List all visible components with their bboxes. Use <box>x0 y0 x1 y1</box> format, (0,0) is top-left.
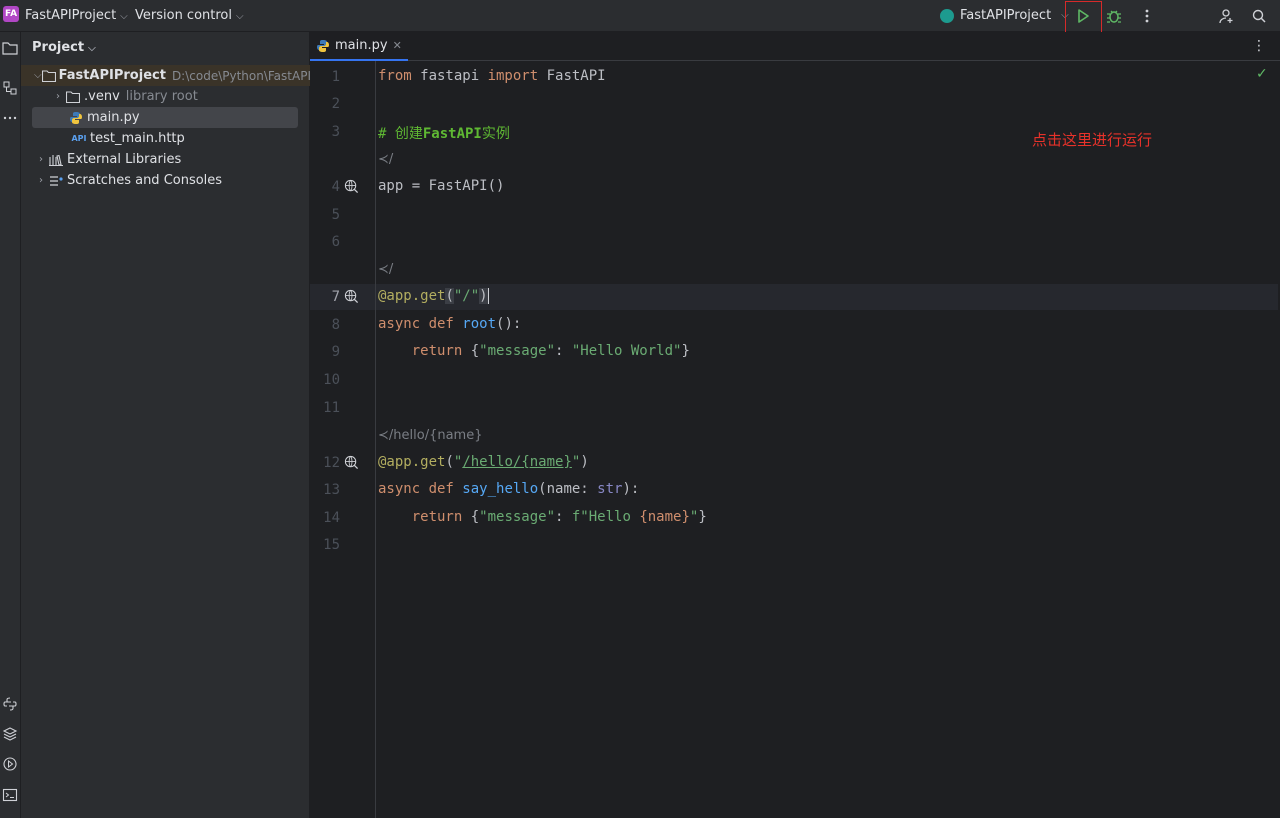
debug-button[interactable] <box>1104 6 1124 26</box>
line-number: 10 <box>323 372 340 388</box>
no-problems-check-icon[interactable]: ✓ <box>1256 66 1268 82</box>
fastapi-icon <box>940 8 954 23</box>
tool-window-strip <box>0 32 21 818</box>
more-vertical-icon <box>1145 9 1149 23</box>
run-config-selector[interactable]: FastAPIProject ⌵ <box>940 8 1069 23</box>
python-packages-icon[interactable] <box>2 696 18 712</box>
tree-item-venv[interactable]: › .venv library root <box>21 86 310 107</box>
annotation-text: 点击这里进行运行 <box>1032 131 1153 149</box>
endpoint-globe-icon[interactable] <box>344 455 359 470</box>
line-number: 11 <box>323 400 340 416</box>
code-line-9: return {"message": "Hello World"} <box>378 343 690 359</box>
endpoint-globe-icon[interactable] <box>344 179 359 194</box>
chevron-down-icon: ⌵ <box>120 11 128 22</box>
line-number: 14 <box>323 510 340 526</box>
tree-item-path: D:\code\Python\FastAPIP <box>171 68 310 83</box>
tree-item-project-root[interactable]: ⌵ FastAPIProject D:\code\Python\FastAPIP <box>21 65 310 86</box>
code-line-3: # 创建FastAPI实例 <box>378 126 510 142</box>
folder-icon <box>65 90 81 104</box>
chevron-down-icon: ⌵ <box>236 11 244 22</box>
line-number: 2 <box>331 96 340 112</box>
python-file-icon <box>68 111 84 125</box>
line-number: 7 <box>331 289 340 305</box>
tree-item-external-libraries[interactable]: › External Libraries <box>21 149 310 170</box>
services-icon[interactable] <box>2 756 18 772</box>
tree-item-label: .venv <box>84 89 120 104</box>
close-icon[interactable]: ✕ <box>393 39 402 52</box>
project-tool-window: Project ⌵ ⌵ FastAPIProject D:\code\Python… <box>21 32 310 818</box>
project-switcher[interactable]: FastAPIProject ⌵ <box>25 8 128 23</box>
editor-more-icon[interactable]: ⋮ <box>1252 38 1266 54</box>
code-line-13: async def say_hello(name: str): <box>378 481 640 497</box>
share-icon: ≺ <box>378 262 389 277</box>
line-number: 4 <box>331 179 340 195</box>
vcs-label: Version control <box>135 8 232 23</box>
bug-icon <box>1107 10 1121 23</box>
share-icon: ≺ <box>378 428 389 443</box>
line-number: 12 <box>323 455 340 471</box>
tree-item-hint: library root <box>125 89 198 104</box>
tree-item-label: test_main.http <box>90 131 185 146</box>
structure-icon[interactable] <box>2 80 18 96</box>
api-file-icon: API <box>71 134 87 143</box>
tree-item-label: main.py <box>87 110 140 125</box>
line-number: 5 <box>331 207 340 223</box>
more-horizontal-icon[interactable] <box>2 110 18 126</box>
folder-icon[interactable] <box>2 40 18 56</box>
add-user-button[interactable] <box>1217 6 1237 26</box>
code-line-12: @app.get("/hello/{name}") <box>378 454 589 470</box>
code-line-1: from fastapi import FastAPI <box>378 68 606 84</box>
run-config-label: FastAPIProject <box>960 8 1052 23</box>
add-user-icon <box>1219 9 1233 24</box>
line-number: 1 <box>331 69 340 85</box>
line-number: 3 <box>331 124 340 140</box>
more-actions-button[interactable] <box>1137 6 1157 26</box>
tree-item-scratches[interactable]: › Scratches and Consoles <box>21 170 310 191</box>
endpoint-hint[interactable]: ≺/ <box>378 262 393 277</box>
code-line-8: async def root(): <box>378 316 522 332</box>
project-badge[interactable]: FA <box>3 6 19 22</box>
editor-gutter: 1 2 3 4 5 6 7 8 9 10 11 12 13 14 15 <box>310 61 376 818</box>
code-line-7: @app.get("/") <box>378 288 489 304</box>
code-line-14: return {"message": f"Hello {name}"} <box>378 509 707 525</box>
share-icon: ≺ <box>378 152 389 167</box>
library-icon <box>48 153 64 167</box>
project-name: FastAPIProject <box>25 8 117 23</box>
endpoint-globe-icon[interactable] <box>344 289 359 304</box>
line-number: 9 <box>331 344 340 360</box>
editor-tab-bar: main.py ✕ <box>310 32 1280 61</box>
scratches-icon <box>48 174 64 188</box>
tree-item-test-main-http[interactable]: API test_main.http <box>21 128 310 149</box>
search-button[interactable] <box>1249 6 1269 26</box>
project-panel-header[interactable]: Project ⌵ <box>32 40 96 55</box>
tree-item-label: FastAPIProject <box>58 68 166 83</box>
folder-icon <box>41 69 56 83</box>
search-icon <box>1252 9 1266 23</box>
tree-item-label: External Libraries <box>67 152 182 167</box>
layers-icon[interactable] <box>2 726 18 742</box>
line-number: 15 <box>323 537 340 553</box>
line-number: 6 <box>331 234 340 250</box>
code-area[interactable]: from fastapi import FastAPI # 创建FastAPI实… <box>378 61 1278 818</box>
expand-arrow-icon[interactable]: › <box>34 175 48 186</box>
endpoint-hint[interactable]: ≺/ <box>378 152 393 167</box>
tree-item-main-py[interactable]: main.py <box>32 107 298 128</box>
version-control-menu[interactable]: Version control ⌵ <box>135 8 244 23</box>
tab-label: main.py <box>335 38 388 53</box>
chevron-down-icon: ⌵ <box>88 43 96 54</box>
line-number: 8 <box>331 317 340 333</box>
expand-arrow-icon[interactable]: › <box>34 154 48 165</box>
endpoint-hint[interactable]: ≺/hello/{name} <box>378 428 483 443</box>
tree-item-label: Scratches and Consoles <box>67 173 223 188</box>
python-file-icon <box>317 39 329 52</box>
code-line-4: app = FastAPI() <box>378 178 505 194</box>
project-panel-title: Project <box>32 40 85 55</box>
expand-arrow-icon[interactable]: ⌵ <box>34 70 42 81</box>
tab-main-py[interactable]: main.py ✕ <box>310 32 408 61</box>
line-number: 13 <box>323 482 340 498</box>
expand-arrow-icon[interactable]: › <box>51 91 65 102</box>
terminal-icon[interactable] <box>2 787 18 803</box>
